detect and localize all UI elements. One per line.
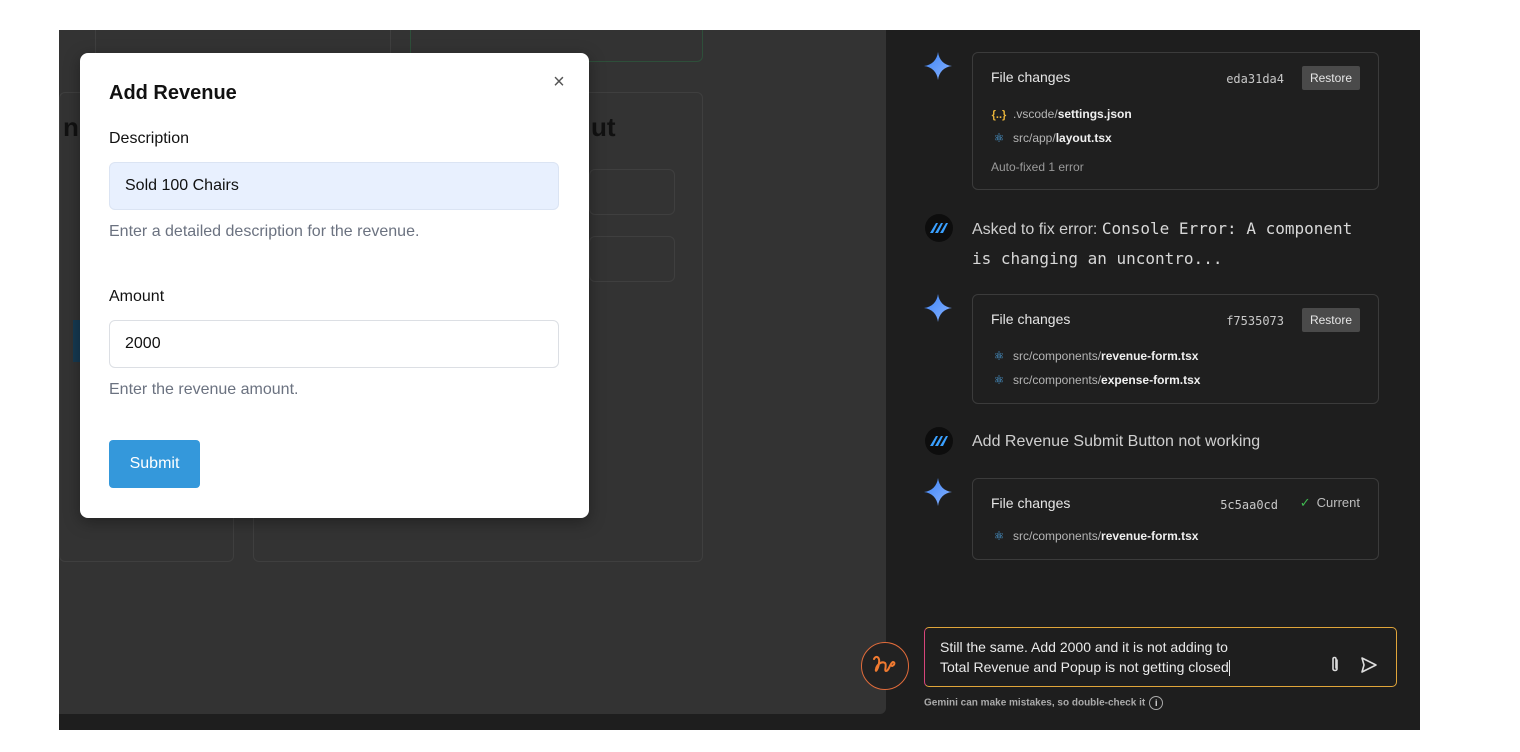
commit-hash: 5c5aa0cd (1220, 498, 1278, 512)
background-input (589, 236, 675, 282)
file-row[interactable]: ⚛ src/app/layout.tsx (991, 131, 1112, 145)
user-message: Asked to fix error: Console Error: A com… (972, 214, 1352, 274)
restore-button[interactable]: Restore (1301, 66, 1360, 90)
error-code-text: is changing an uncontro... (972, 249, 1223, 268)
file-changes-card: File changes 5c5aa0cd ✓ Current ⚛ src/comp… (972, 478, 1379, 560)
agent-logo-button[interactable] (861, 642, 909, 690)
gemini-spark-icon (924, 478, 952, 506)
file-name: expense-form.tsx (1101, 373, 1201, 387)
check-icon: ✓ (1299, 495, 1311, 510)
user-avatar (925, 214, 953, 242)
amount-help-text: Enter the revenue amount. (109, 381, 299, 398)
json-braces-icon: {..} (991, 109, 1007, 121)
file-dir: src/app/ (1013, 131, 1056, 145)
info-icon[interactable]: i (1149, 696, 1164, 710)
description-help-text: Enter a detailed description for the rev… (109, 223, 420, 240)
file-name: layout.tsx (1055, 131, 1112, 145)
file-dir: src/components/ (1013, 529, 1102, 543)
react-icon: ⚛ (993, 349, 1005, 363)
prompt-line: Total Revenue and Popup is not getting c… (940, 659, 1229, 675)
paperclip-icon[interactable] (1327, 655, 1343, 675)
file-dir: src/components/ (1013, 349, 1102, 363)
amount-label: Amount (109, 288, 165, 305)
description-label: Description (109, 130, 190, 147)
prompt-input[interactable]: Still the same. Add 2000 and it is not a… (924, 627, 1397, 687)
chat-panel: File changes eda31da4 Restore {..} .vscod… (861, 30, 1420, 730)
file-name: settings.json (1057, 107, 1132, 121)
scribble-logo-icon (873, 655, 896, 673)
close-icon[interactable]: × (550, 71, 568, 93)
file-name: revenue-form.tsx (1101, 349, 1199, 363)
file-name: revenue-form.tsx (1101, 529, 1199, 543)
message-prefix: Asked to fix error: (972, 221, 1102, 238)
prompt-line: Still the same. Add 2000 and it is not a… (940, 639, 1228, 655)
disclaimer-text: Gemini can make mistakes, so double-chec… (924, 696, 1164, 710)
file-row[interactable]: ⚛ src/components/revenue-form.tsx (991, 349, 1199, 363)
file-changes-card: File changes eda31da4 Restore {..} .vscod… (972, 52, 1379, 190)
file-row[interactable]: {..} .vscode/settings.json (991, 107, 1132, 121)
file-dir: src/components/ (1013, 373, 1102, 387)
add-revenue-dialog: Add Revenue × Description Enter a detail… (80, 53, 589, 518)
auto-fix-note: Auto-fixed 1 error (991, 160, 1084, 174)
current-label: Current (1316, 495, 1360, 510)
description-input[interactable] (109, 162, 559, 210)
file-row[interactable]: ⚛ src/components/expense-form.tsx (991, 373, 1201, 387)
app-window: nd ut Add Revenue × Description Enter a … (59, 30, 1420, 730)
amount-input[interactable] (109, 320, 559, 368)
user-message: Add Revenue Submit Button not working (972, 433, 1261, 450)
app-preview-overlay: nd ut Add Revenue × Description Enter a … (59, 30, 886, 714)
submit-button[interactable]: Submit (109, 440, 200, 488)
file-changes-card: File changes f7535073 Restore ⚛ src/compo… (972, 294, 1379, 404)
prompt-text[interactable]: Still the same. Add 2000 and it is not a… (940, 637, 1320, 677)
gemini-spark-icon (924, 52, 952, 80)
card-title: File changes (991, 69, 1071, 85)
send-icon[interactable] (1359, 655, 1379, 675)
background-heading: ut (591, 112, 616, 142)
react-icon: ⚛ (993, 373, 1005, 387)
current-status: ✓ Current (1300, 495, 1360, 511)
text-caret (1228, 660, 1230, 677)
user-avatar (925, 427, 953, 455)
react-icon: ⚛ (993, 529, 1005, 543)
background-input (589, 169, 675, 215)
react-icon: ⚛ (993, 131, 1005, 145)
error-code-text: Console Error: A component (1101, 219, 1353, 238)
restore-button[interactable]: Restore (1301, 308, 1360, 332)
dialog-title: Add Revenue (109, 82, 237, 104)
gemini-spark-icon (924, 294, 952, 322)
card-title: File changes (991, 495, 1071, 511)
commit-hash: eda31da4 (1226, 72, 1284, 86)
card-title: File changes (991, 311, 1071, 327)
disclaimer-label: Gemini can make mistakes, so double-chec… (924, 697, 1146, 709)
commit-hash: f7535073 (1226, 314, 1284, 328)
file-row[interactable]: ⚛ src/components/revenue-form.tsx (991, 529, 1199, 543)
file-dir: .vscode/ (1013, 107, 1058, 121)
